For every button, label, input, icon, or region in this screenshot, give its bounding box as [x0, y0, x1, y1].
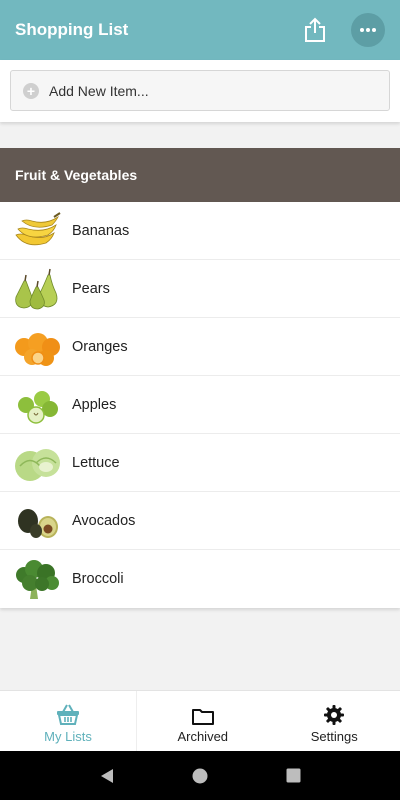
add-item-input[interactable]: + Add New Item... — [10, 70, 390, 111]
tab-archived[interactable]: Archived — [137, 691, 269, 751]
add-item-area: + Add New Item... — [0, 60, 400, 122]
recents-button[interactable] — [281, 764, 305, 788]
list-item-pears[interactable]: Pears — [0, 260, 400, 318]
page-title: Shopping List — [15, 20, 129, 39]
item-label: Lettuce — [72, 454, 120, 471]
tab-my-lists[interactable]: My Lists — [0, 691, 137, 751]
tab-label: Settings — [310, 728, 358, 744]
tab-label: Archived — [177, 728, 229, 744]
folder-icon — [191, 708, 214, 725]
home-button[interactable] — [188, 764, 212, 788]
item-label: Avocados — [72, 512, 136, 529]
apples-image — [18, 390, 58, 424]
add-item-placeholder: Add New Item... — [49, 82, 149, 99]
broccoli-image — [16, 560, 59, 599]
app-bar: Shopping List — [0, 0, 400, 60]
back-triangle-icon — [100, 768, 113, 783]
item-label: Pears — [72, 280, 110, 297]
item-label: Bananas — [72, 222, 130, 239]
system-nav-bar — [0, 751, 400, 800]
avocados-image — [18, 508, 58, 538]
list-item-apples[interactable]: Apples — [0, 376, 400, 434]
item-label: Oranges — [72, 338, 128, 355]
item-label: Apples — [72, 396, 117, 413]
tab-label: My Lists — [44, 728, 92, 744]
basket-icon — [57, 704, 79, 725]
share-button[interactable] — [301, 15, 329, 45]
item-label: Broccoli — [72, 571, 124, 587]
list-item-avocados[interactable]: Avocados — [0, 492, 400, 550]
category-header[interactable]: Fruit & Vegetables — [0, 148, 400, 202]
recents-square-icon — [286, 768, 301, 783]
back-button[interactable] — [95, 764, 119, 788]
more-options-button[interactable] — [351, 13, 385, 47]
share-icon — [305, 17, 325, 42]
list-item-broccoli[interactable]: Broccoli — [0, 550, 400, 608]
pears-image — [15, 268, 58, 309]
item-list: Bananas Pears Oranges Apples Lettuce Avo… — [0, 202, 400, 608]
category-title: Fruit & Vegetables — [15, 167, 138, 183]
list-item-lettuce[interactable]: Lettuce — [0, 434, 400, 492]
tab-settings[interactable]: Settings — [269, 691, 400, 751]
home-circle-icon — [192, 768, 208, 783]
lettuce-image — [15, 448, 60, 481]
gear-icon — [324, 704, 345, 725]
bottom-nav: My Lists Archived Settings — [0, 690, 400, 751]
list-item-bananas[interactable]: Bananas — [0, 202, 400, 260]
more-horizontal-icon — [360, 28, 376, 32]
plus-icon: + — [23, 82, 39, 99]
oranges-image — [15, 332, 60, 366]
list-item-oranges[interactable]: Oranges — [0, 318, 400, 376]
bananas-image — [15, 211, 61, 245]
